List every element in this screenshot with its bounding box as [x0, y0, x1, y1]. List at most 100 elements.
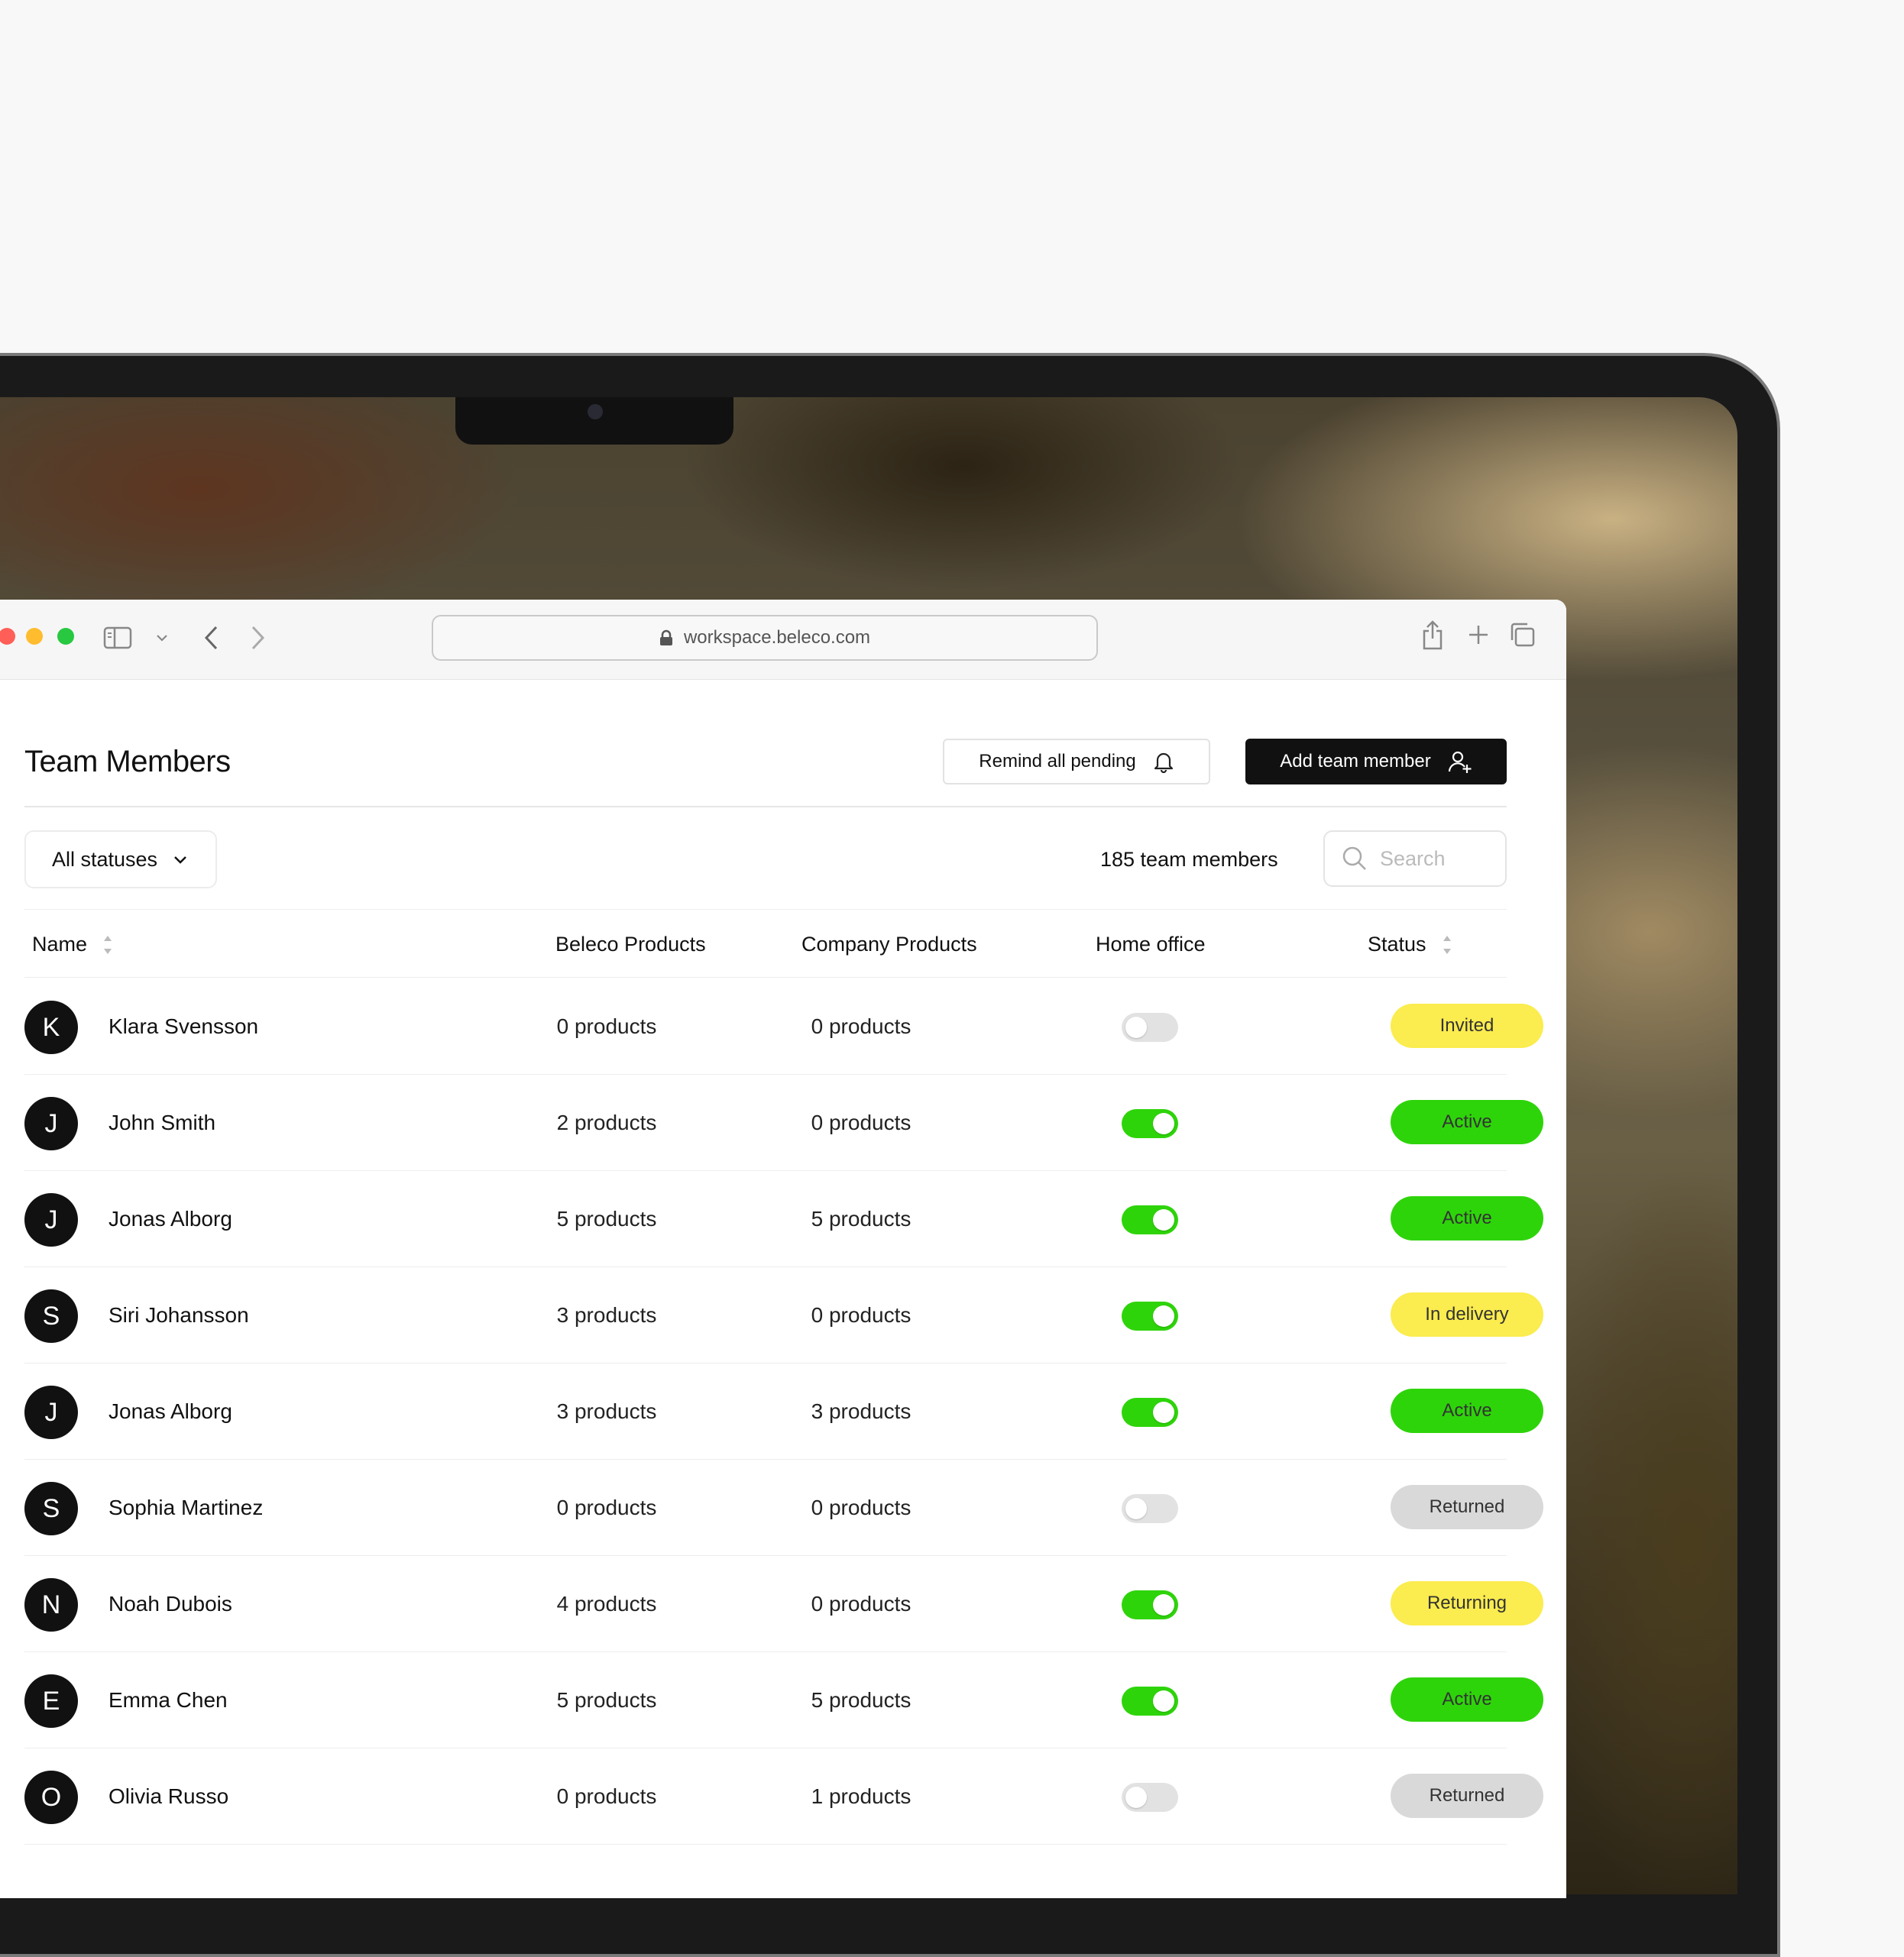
beleco-products-cell: 2 products	[556, 1111, 657, 1134]
sidebar-toggle-icon[interactable]	[103, 626, 132, 650]
member-name[interactable]: Siri Johansson	[108, 1303, 249, 1328]
table-row[interactable]: S Siri Johansson 3 products 0 products In de…	[24, 1266, 1543, 1363]
beleco-products-cell: 5 products	[556, 1207, 657, 1231]
member-name[interactable]: Emma Chen	[108, 1688, 228, 1713]
table-row[interactable]: J Jonas Alborg 5 products 5 products Active	[24, 1170, 1543, 1267]
column-label-company-products: Company Products	[801, 933, 977, 956]
avatar: E	[24, 1674, 78, 1728]
home-office-toggle[interactable]	[1122, 1494, 1178, 1523]
beleco-products-cell: 5 products	[556, 1688, 657, 1712]
bell-icon	[1154, 752, 1173, 773]
search-input[interactable]: Search	[1323, 830, 1507, 887]
home-office-toggle[interactable]	[1122, 1687, 1178, 1716]
company-products-cell: 5 products	[811, 1688, 912, 1712]
table-row[interactable]: S Sophia Martinez 0 products 0 products Retu…	[24, 1459, 1543, 1556]
avatar: J	[24, 1097, 78, 1150]
remind-all-pending-button[interactable]: Remind all pending	[943, 739, 1210, 784]
member-name[interactable]: Jonas Alborg	[108, 1399, 232, 1424]
company-products-cell: 0 products	[811, 1303, 912, 1327]
home-office-toggle[interactable]	[1122, 1109, 1178, 1138]
forward-icon[interactable]	[250, 625, 267, 651]
tab-overview-icon[interactable]	[1508, 622, 1536, 648]
toggle-knob	[1153, 1113, 1174, 1134]
table-row[interactable]: J Jonas Alborg 3 products 3 products Active	[24, 1363, 1543, 1460]
beleco-products-cell: 3 products	[556, 1399, 657, 1423]
home-office-toggle[interactable]	[1122, 1398, 1178, 1427]
column-header-home-office: Home office	[1096, 933, 1206, 956]
home-office-toggle[interactable]	[1122, 1302, 1178, 1331]
member-name[interactable]: John Smith	[108, 1111, 215, 1135]
page-title: Team Members	[24, 745, 231, 778]
status-badge: Returning	[1391, 1581, 1543, 1625]
back-icon[interactable]	[202, 625, 219, 651]
avatar: K	[24, 1001, 78, 1054]
home-office-toggle[interactable]	[1122, 1783, 1178, 1812]
close-window-button[interactable]	[0, 628, 15, 645]
member-name[interactable]: Klara Svensson	[108, 1014, 258, 1039]
avatar: O	[24, 1771, 78, 1824]
share-icon[interactable]	[1421, 619, 1444, 651]
status-badge: Invited	[1391, 1004, 1543, 1048]
sort-icon	[1443, 935, 1451, 954]
status-badge: Active	[1391, 1196, 1543, 1241]
new-tab-icon[interactable]	[1467, 623, 1490, 646]
beleco-products-cell: 3 products	[556, 1303, 657, 1327]
sort-icon	[104, 935, 112, 954]
avatar: J	[24, 1193, 78, 1247]
company-products-cell: 1 products	[811, 1784, 912, 1808]
company-products-cell: 3 products	[811, 1399, 912, 1423]
lock-icon	[659, 629, 672, 645]
avatar: S	[24, 1482, 78, 1535]
beleco-products-cell: 0 products	[556, 1784, 657, 1808]
home-office-toggle[interactable]	[1122, 1590, 1178, 1619]
member-name[interactable]: Jonas Alborg	[108, 1207, 232, 1231]
status-badge: Active	[1391, 1677, 1543, 1722]
table-row[interactable]: J John Smith 2 products 0 products Active	[24, 1074, 1543, 1171]
camera-icon	[588, 404, 603, 419]
address-bar[interactable]: workspace.beleco.com	[432, 615, 1098, 661]
browser-window: workspace.beleco.com Team Members Remind…	[0, 600, 1566, 1898]
remind-all-pending-label: Remind all pending	[979, 751, 1136, 771]
company-products-cell: 5 products	[811, 1207, 912, 1231]
column-header-company-products: Company Products	[801, 933, 977, 956]
beleco-products-cell: 0 products	[556, 1014, 657, 1038]
avatar: N	[24, 1578, 78, 1632]
toggle-knob	[1125, 1787, 1147, 1808]
search-placeholder: Search	[1380, 846, 1446, 870]
table-row[interactable]: K Klara Svensson 0 products 0 products Invit…	[24, 978, 1543, 1075]
search-icon	[1342, 846, 1366, 870]
home-office-toggle[interactable]	[1122, 1205, 1178, 1234]
toggle-knob	[1153, 1305, 1174, 1327]
column-header-beleco-products: Beleco Products	[555, 933, 706, 956]
member-name[interactable]: Olivia Russo	[108, 1784, 228, 1809]
toggle-knob	[1153, 1209, 1174, 1231]
column-label-status: Status	[1368, 933, 1426, 956]
company-products-cell: 0 products	[811, 1592, 912, 1616]
column-label-home-office: Home office	[1096, 933, 1206, 956]
status-badge: Active	[1391, 1100, 1543, 1144]
company-products-cell: 0 products	[811, 1111, 912, 1134]
beleco-products-cell: 4 products	[556, 1592, 657, 1616]
member-name[interactable]: Sophia Martinez	[108, 1496, 263, 1520]
add-team-member-button[interactable]: Add team member	[1245, 739, 1507, 784]
column-header-name[interactable]: Name	[32, 933, 113, 956]
avatar: J	[24, 1386, 78, 1439]
column-label-name: Name	[32, 933, 88, 956]
company-products-cell: 0 products	[811, 1496, 912, 1519]
zoom-window-button[interactable]	[57, 628, 74, 645]
status-filter-dropdown[interactable]: All statuses	[24, 830, 217, 888]
table-row[interactable]: E Emma Chen 5 products 5 products Active	[24, 1651, 1543, 1748]
toggle-knob	[1125, 1498, 1147, 1519]
minimize-window-button[interactable]	[26, 628, 43, 645]
column-label-beleco-products: Beleco Products	[555, 933, 706, 956]
table-row[interactable]: N Noah Dubois 4 products 0 products Returnin…	[24, 1555, 1543, 1652]
member-name[interactable]: Noah Dubois	[108, 1592, 232, 1616]
table-row[interactable]: O Olivia Russo 0 products 1 products Returne…	[24, 1748, 1543, 1845]
toggle-knob	[1153, 1690, 1174, 1712]
chevron-down-icon[interactable]	[156, 633, 168, 642]
filter-divider	[24, 909, 1507, 910]
status-badge: Returned	[1391, 1485, 1543, 1529]
beleco-products-cell: 0 products	[556, 1496, 657, 1519]
home-office-toggle[interactable]	[1122, 1013, 1178, 1042]
column-header-status[interactable]: Status	[1368, 933, 1452, 956]
